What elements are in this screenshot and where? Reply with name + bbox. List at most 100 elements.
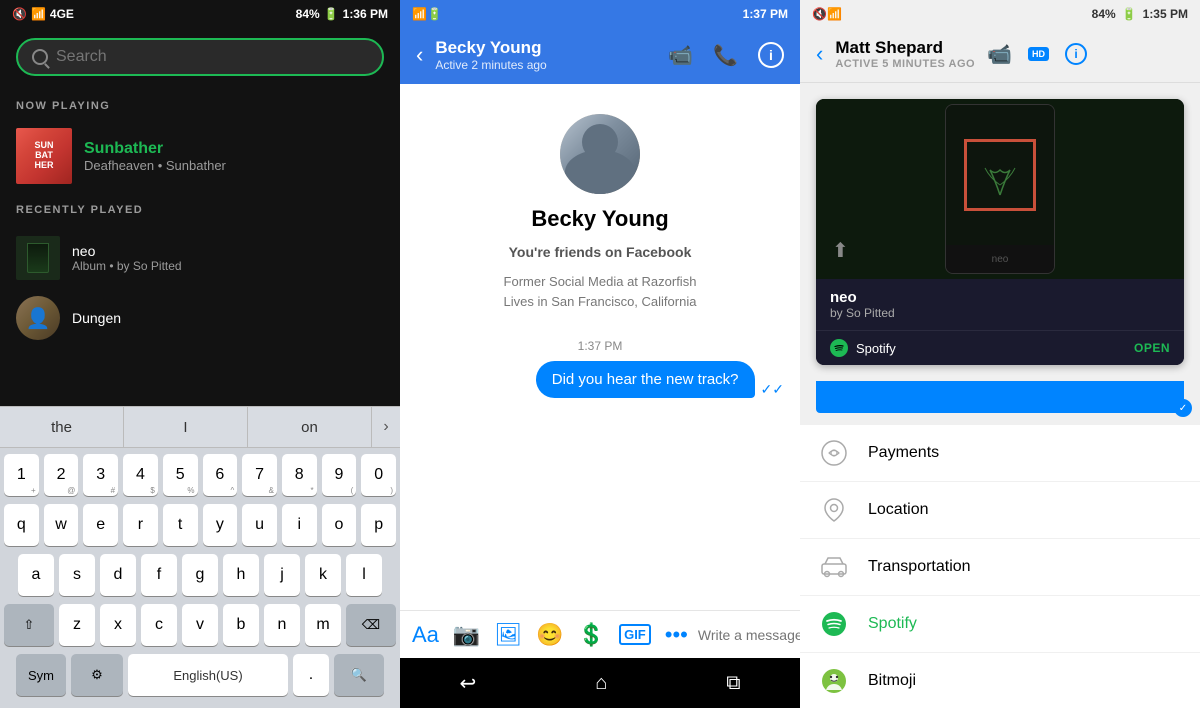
key-m[interactable]: m <box>305 604 341 646</box>
key-i[interactable]: i <box>282 504 317 546</box>
key-d[interactable]: d <box>100 554 136 596</box>
key-3[interactable]: 3# <box>83 454 118 496</box>
now-playing-item[interactable]: SUNBATHER Sunbather Deafheaven • Sunbath… <box>0 120 400 192</box>
key-x[interactable]: x <box>100 604 136 646</box>
key-2[interactable]: 2@ <box>44 454 79 496</box>
key-e[interactable]: e <box>83 504 118 546</box>
key-s[interactable]: s <box>59 554 95 596</box>
key-h[interactable]: h <box>223 554 259 596</box>
suggestion-on[interactable]: on <box>248 407 372 447</box>
key-4[interactable]: 4$ <box>123 454 158 496</box>
key-c[interactable]: c <box>141 604 177 646</box>
payments-menu-item[interactable]: Payments <box>800 425 1200 482</box>
spotify-card[interactable]: neo ⬆ neo by So Pitted Spotify OPEN <box>816 99 1184 365</box>
key-g[interactable]: g <box>182 554 218 596</box>
key-t[interactable]: t <box>163 504 198 546</box>
backspace-key[interactable]: ⌫ <box>346 604 396 646</box>
search-keyboard-key[interactable]: 🔍 <box>334 654 384 696</box>
detail-hd-icon[interactable]: HD <box>1028 47 1049 61</box>
key-o[interactable]: o <box>322 504 357 546</box>
search-input[interactable] <box>56 48 368 66</box>
key-v[interactable]: v <box>182 604 218 646</box>
key-a[interactable]: a <box>18 554 54 596</box>
settings-key[interactable]: ⚙ <box>71 654 123 696</box>
payment-icon[interactable]: 💲 <box>578 622 605 648</box>
open-spotify-button[interactable]: OPEN <box>1134 341 1170 355</box>
home-nav-icon[interactable]: ⌂ <box>595 672 607 695</box>
key-u[interactable]: u <box>242 504 277 546</box>
transportation-menu-item[interactable]: Transportation <box>800 539 1200 596</box>
key-r[interactable]: r <box>123 504 158 546</box>
message-timestamp: 1:37 PM <box>416 339 784 353</box>
spotify-card-title: neo <box>830 289 1170 306</box>
key-q[interactable]: q <box>4 504 39 546</box>
share-icon: ⬆ <box>832 238 849 263</box>
rp-subtitle: Album • by So Pitted <box>72 259 182 273</box>
payments-icon <box>820 439 848 467</box>
back-button[interactable]: ‹ <box>416 42 423 68</box>
video-call-icon[interactable]: 📹 <box>668 43 693 68</box>
list-item[interactable]: neo Album • by So Pitted <box>0 228 400 288</box>
search-box[interactable] <box>16 38 384 76</box>
spotify-card-artist: by So Pitted <box>830 306 1170 320</box>
space-key[interactable]: English(US) <box>128 654 288 696</box>
bitmoji-menu-item[interactable]: Bitmoji <box>800 653 1200 708</box>
key-7[interactable]: 7& <box>242 454 277 496</box>
emoji-icon[interactable]: 😊 <box>536 622 563 648</box>
key-0[interactable]: 0) <box>361 454 396 496</box>
more-icon[interactable]: ••• <box>665 622 688 648</box>
key-6[interactable]: 6^ <box>203 454 238 496</box>
key-b[interactable]: b <box>223 604 259 646</box>
contact-card-name: Becky Young <box>531 206 668 232</box>
message-bubble: Did you hear the new track? <box>536 361 755 398</box>
suggestion-i[interactable]: I <box>124 407 248 447</box>
key-z[interactable]: z <box>59 604 95 646</box>
spotify-card-footer: Spotify OPEN <box>816 330 1184 365</box>
battery-icon: 🔋 <box>324 7 339 21</box>
key-p[interactable]: p <box>361 504 396 546</box>
key-j[interactable]: j <box>264 554 300 596</box>
message-input[interactable] <box>698 621 800 649</box>
location-icon <box>820 496 848 524</box>
key-w[interactable]: w <box>44 504 79 546</box>
key-k[interactable]: k <box>305 554 341 596</box>
key-1[interactable]: 1+ <box>4 454 39 496</box>
blue-action-bar[interactable] <box>816 381 1184 413</box>
shift-key[interactable]: ⇧ <box>4 604 54 646</box>
key-5[interactable]: 5% <box>163 454 198 496</box>
rp-text-dungen: Dungen <box>72 310 121 326</box>
wifi-icon: 📶 <box>31 7 46 21</box>
input-toolbar: Aa 📷 🖼 😊 💲 GIF ••• <box>412 622 688 648</box>
detail-battery-icon: 🔋 <box>1122 7 1137 21</box>
detail-video-icon[interactable]: 📹 <box>987 42 1012 67</box>
info-icon[interactable]: i <box>758 42 784 68</box>
phone-call-icon[interactable]: 📞 <box>713 43 738 68</box>
suggestion-the[interactable]: the <box>0 407 124 447</box>
contact-status: Active 2 minutes ago <box>435 58 656 72</box>
suggestion-arrow[interactable]: › <box>372 418 400 436</box>
period-key[interactable]: . <box>293 654 329 696</box>
spotify-logo-small <box>830 339 848 357</box>
sym-key[interactable]: Sym <box>16 654 66 696</box>
key-8[interactable]: 8* <box>282 454 317 496</box>
image-icon[interactable]: 🖼 <box>494 622 522 648</box>
signal-strength: 4GE <box>50 7 74 21</box>
key-y[interactable]: y <box>203 504 238 546</box>
key-n[interactable]: n <box>264 604 300 646</box>
camera-icon[interactable]: 📷 <box>453 622 480 648</box>
spotify-menu-item[interactable]: Spotify <box>800 596 1200 653</box>
recents-nav-icon[interactable]: ⧉ <box>726 672 740 695</box>
key-l[interactable]: l <box>346 554 382 596</box>
location-menu-item[interactable]: Location <box>800 482 1200 539</box>
gif-icon[interactable]: GIF <box>619 624 651 645</box>
location-label: Location <box>868 501 929 519</box>
key-f[interactable]: f <box>141 554 177 596</box>
detail-back-button[interactable]: ‹ <box>816 41 823 67</box>
detail-info-icon[interactable]: i <box>1065 43 1087 65</box>
key-9[interactable]: 9( <box>322 454 357 496</box>
check-badge: ✓ <box>1174 399 1192 417</box>
list-item[interactable]: 👤 Dungen <box>0 288 400 348</box>
aa-icon[interactable]: Aa <box>412 622 439 648</box>
back-nav-icon[interactable]: ↩ <box>459 671 476 696</box>
messenger-detail-panel: 🔇📶 84% 🔋 1:35 PM ‹ Matt Shepard ACTIVE 5… <box>800 0 1200 708</box>
